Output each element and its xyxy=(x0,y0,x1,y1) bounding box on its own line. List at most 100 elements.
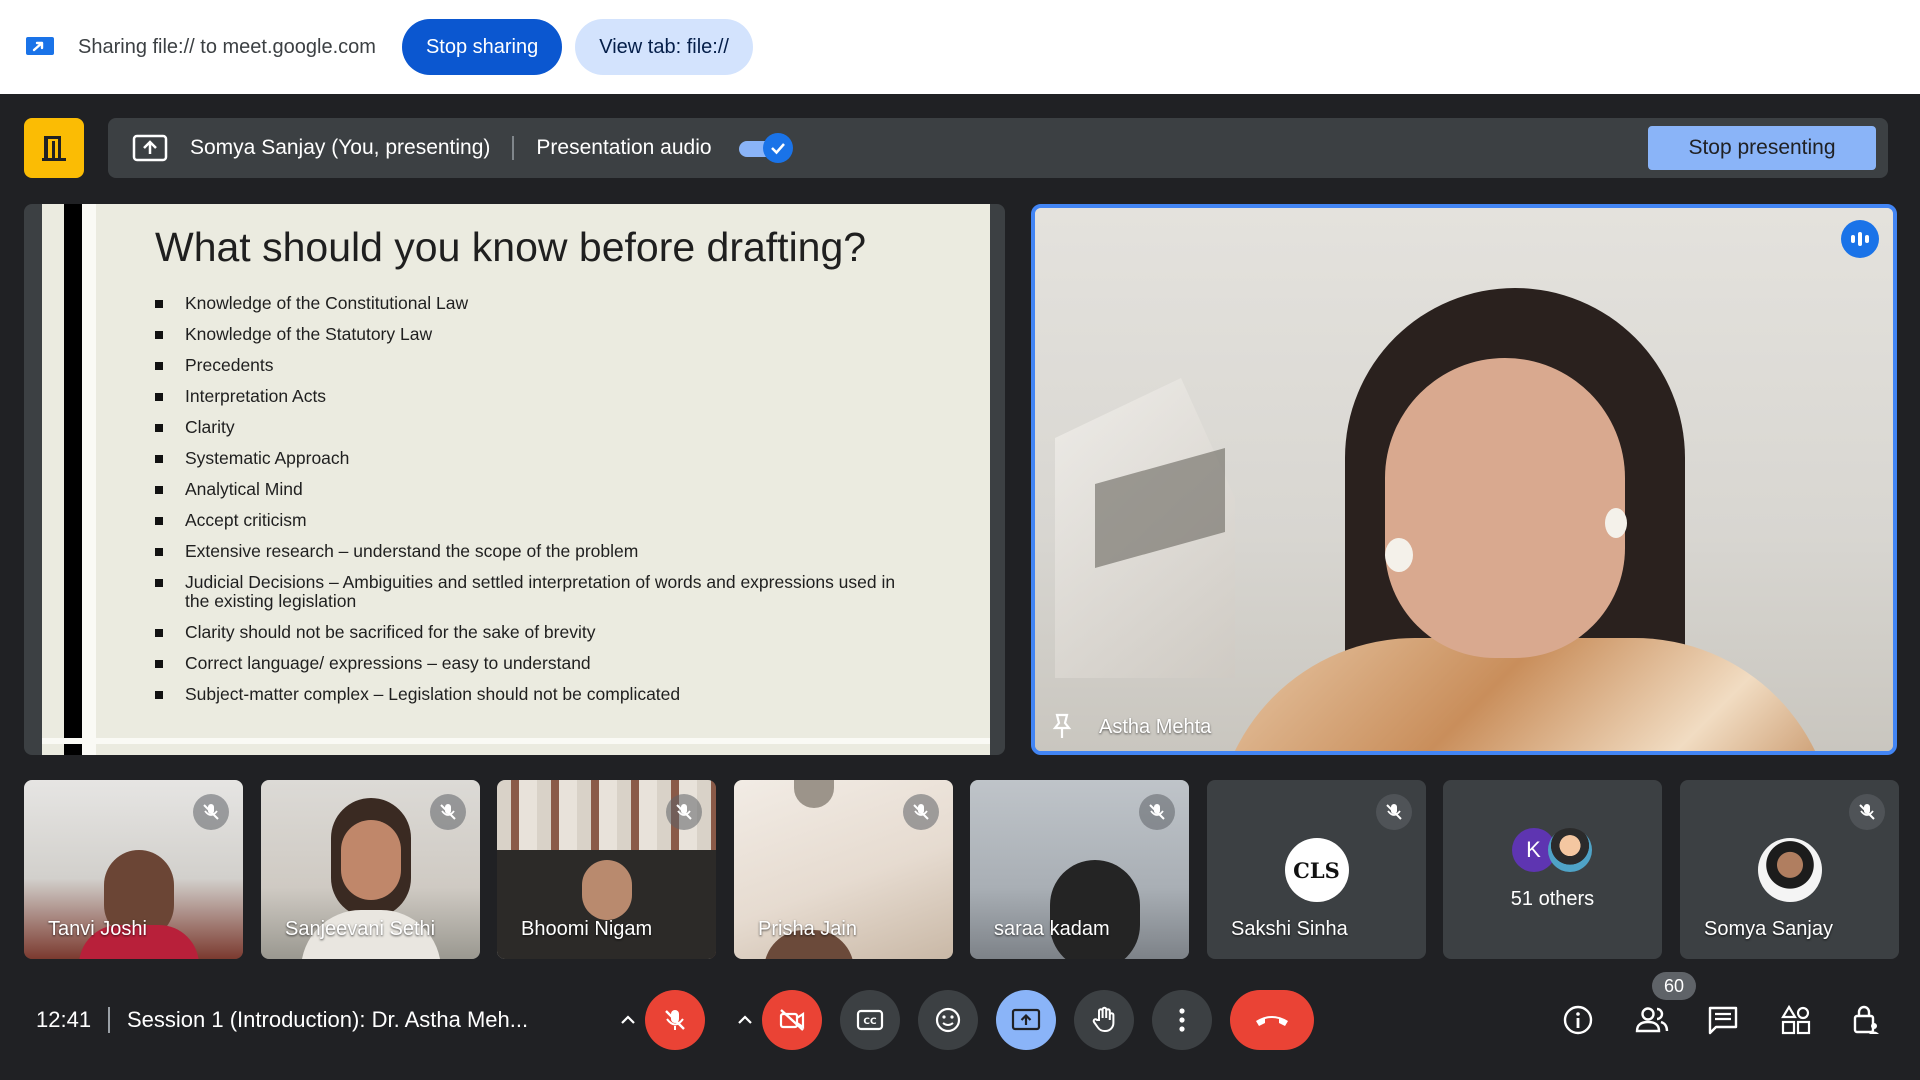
companion-exit-button[interactable] xyxy=(24,118,84,178)
slide-bullet: Subject-matter complex – Legislation sho… xyxy=(155,685,915,704)
avatar xyxy=(1757,838,1822,902)
participant-name: Prisha Jain xyxy=(758,918,857,940)
mic-off-icon xyxy=(903,794,939,830)
camera-toggle-button[interactable] xyxy=(762,990,822,1050)
divider xyxy=(512,136,515,160)
door-exit-icon xyxy=(42,136,66,161)
speaker-video-face xyxy=(1385,358,1625,658)
presentation-audio-toggle[interactable] xyxy=(737,133,793,163)
meeting-title: Session 1 (Introduction): Dr. Astha Meh.… xyxy=(127,1007,529,1032)
participant-video-person xyxy=(1050,860,1140,959)
presenter-name: Somya Sanjay (You, presenting) xyxy=(190,136,491,159)
mic-off-icon xyxy=(1849,794,1885,830)
shapes-icon xyxy=(1781,1004,1811,1035)
view-tab-button[interactable]: View tab: file:// xyxy=(575,19,753,75)
leave-call-button[interactable] xyxy=(1230,990,1314,1050)
people-button[interactable] xyxy=(1632,1000,1672,1040)
meeting-clock: 12:41 xyxy=(36,1007,92,1032)
people-count-badge: 60 xyxy=(1652,972,1696,1000)
speaking-indicator-icon xyxy=(1841,220,1879,258)
avatar: CLS xyxy=(1284,838,1349,902)
slide-bullet: Accept criticism xyxy=(155,511,915,530)
stop-sharing-button[interactable]: Stop sharing xyxy=(401,19,563,75)
end-call-icon xyxy=(1256,1016,1288,1026)
participant-video-face xyxy=(582,860,632,920)
slide-bullet: Interpretation Acts xyxy=(155,387,915,406)
participant-name: Sakshi Sinha xyxy=(1231,918,1348,940)
lock-person-icon xyxy=(1853,1005,1879,1034)
sharing-status-text: Sharing file:// to meet.google.com xyxy=(78,35,376,58)
video-options-chevron-icon[interactable] xyxy=(726,990,764,1050)
pin-icon[interactable] xyxy=(1047,711,1077,741)
presentation-tile[interactable]: What should you know before drafting? Kn… xyxy=(24,204,1005,755)
presentation-audio-label: Presentation audio xyxy=(536,136,712,159)
participant-tile[interactable]: CLS Sakshi Sinha xyxy=(1207,780,1426,959)
speaker-name: Astha Mehta xyxy=(1099,716,1212,738)
svg-text:CC: CC xyxy=(863,1017,877,1027)
hand-icon xyxy=(1092,1006,1115,1032)
checkmark-icon xyxy=(762,133,793,163)
slide-bullet: Correct language/ expressions – easy to … xyxy=(155,654,915,673)
tab-sharing-bar: Sharing file:// to meet.google.com Stop … xyxy=(0,0,1920,94)
participant-name: Somya Sanjay xyxy=(1704,918,1833,940)
screen-share-icon xyxy=(26,37,54,55)
slide-bullet: Precedents xyxy=(155,356,915,375)
present-screen-icon xyxy=(1011,1008,1041,1031)
present-screen-icon xyxy=(132,134,168,162)
captions-button[interactable]: CC xyxy=(840,990,900,1050)
emoji-icon xyxy=(935,1007,961,1033)
camera-off-icon xyxy=(779,1009,805,1031)
participant-name: Bhoomi Nigam xyxy=(521,918,653,940)
others-count-label: 51 others xyxy=(1510,888,1595,910)
participant-tile[interactable]: Bhoomi Nigam xyxy=(497,780,716,959)
participant-name: saraa kadam xyxy=(994,918,1110,940)
active-speaker-tile[interactable]: Astha Mehta xyxy=(1031,204,1897,755)
more-vert-icon xyxy=(1179,1008,1185,1032)
slide-bullet: Systematic Approach xyxy=(155,449,915,468)
others-tile[interactable]: K 51 others xyxy=(1443,780,1662,959)
mic-off-icon xyxy=(665,1010,685,1030)
participant-tile[interactable]: Sanjeevani Sethi xyxy=(261,780,480,959)
participant-video-face xyxy=(341,820,401,900)
present-now-button[interactable] xyxy=(996,990,1056,1050)
reactions-button[interactable] xyxy=(918,990,978,1050)
more-options-button[interactable] xyxy=(1152,990,1212,1050)
raise-hand-button[interactable] xyxy=(1074,990,1134,1050)
participant-tile[interactable]: Prisha Jain xyxy=(734,780,953,959)
divider xyxy=(108,1007,110,1033)
meeting-details-button[interactable] xyxy=(1558,1000,1598,1040)
closed-captions-icon: CC xyxy=(856,1009,884,1031)
participant-tile[interactable]: Tanvi Joshi xyxy=(24,780,243,959)
mic-off-icon xyxy=(193,794,229,830)
microphone-toggle-button[interactable] xyxy=(645,990,705,1050)
participant-name: Sanjeevani Sethi xyxy=(285,918,436,940)
slide-bullet: Clarity xyxy=(155,418,915,437)
presentation-slide: What should you know before drafting? Kn… xyxy=(42,204,990,755)
info-icon xyxy=(1563,1005,1593,1035)
participant-tile[interactable]: saraa kadam xyxy=(970,780,1189,959)
others-avatar-group: K xyxy=(1508,828,1598,872)
slide-bullet-list: Knowledge of the Constitutional Law Know… xyxy=(155,294,915,716)
speaker-video-earring xyxy=(1605,508,1627,538)
mic-off-icon xyxy=(1139,794,1175,830)
participant-name: Tanvi Joshi xyxy=(48,918,147,940)
slide-bullet: Clarity should not be sacrificed for the… xyxy=(155,623,915,642)
slide-title: What should you know before drafting? xyxy=(155,224,867,270)
speaker-video-earring xyxy=(1385,538,1413,572)
slide-bullet: Extensive research – understand the scop… xyxy=(155,542,915,561)
stop-presenting-button[interactable]: Stop presenting xyxy=(1648,126,1876,170)
avatar xyxy=(1547,828,1592,872)
mic-off-icon xyxy=(666,794,702,830)
slide-bottom-strip xyxy=(42,738,990,744)
chat-button[interactable] xyxy=(1703,1000,1743,1040)
mic-off-icon xyxy=(430,794,466,830)
presenting-bar: Somya Sanjay (You, presenting) Presentat… xyxy=(108,118,1888,178)
slide-accent-bar xyxy=(64,204,82,755)
participant-tile[interactable]: Somya Sanjay xyxy=(1680,780,1899,959)
activities-button[interactable] xyxy=(1776,1000,1816,1040)
slide-bullet: Analytical Mind xyxy=(155,480,915,499)
slide-accent-stripe xyxy=(82,204,96,755)
host-controls-button[interactable] xyxy=(1846,1000,1886,1040)
audio-options-chevron-icon[interactable] xyxy=(609,990,647,1050)
chat-icon xyxy=(1708,1006,1738,1035)
